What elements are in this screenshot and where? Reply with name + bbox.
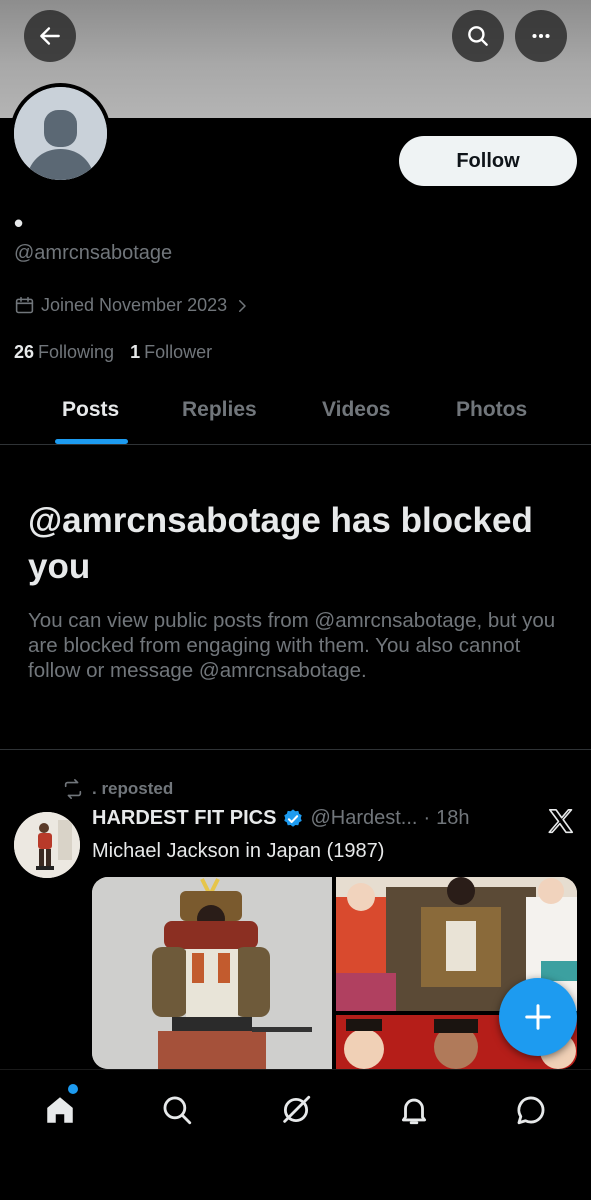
tab-posts[interactable]: Posts	[62, 398, 119, 422]
nav-home[interactable]	[41, 1091, 79, 1129]
post-media-grid[interactable]	[92, 877, 577, 1069]
arrow-left-icon	[40, 27, 60, 45]
search-icon	[163, 1096, 192, 1125]
grok-icon	[283, 1095, 311, 1123]
follow-button[interactable]: Follow	[399, 136, 577, 186]
nav-messages[interactable]	[512, 1091, 550, 1129]
blocked-description: You can view public posts from @amrcnsab…	[28, 609, 556, 682]
post-author-handle: @Hardest...	[310, 807, 418, 829]
post-timestamp: 18h	[436, 807, 470, 829]
default-avatar-icon	[14, 87, 107, 180]
author-photo	[14, 812, 80, 878]
joined-date[interactable]: Joined November 2023	[14, 295, 251, 316]
chevron-right-icon	[239, 299, 246, 312]
divider	[0, 749, 591, 750]
samurai-armor-photo	[92, 877, 332, 1069]
back-button[interactable]	[24, 10, 76, 62]
tab-replies[interactable]: Replies	[182, 398, 257, 422]
more-dots-icon	[532, 33, 550, 39]
following-label: Following	[38, 342, 115, 362]
nav-notifications[interactable]	[395, 1091, 433, 1129]
following-count: 26	[14, 342, 35, 362]
repost-label: . reposted	[92, 779, 174, 798]
avatar-frame	[10, 83, 111, 184]
joined-label: Joined November 2023	[41, 295, 228, 315]
post-author-avatar[interactable]	[14, 812, 80, 878]
active-tab-indicator	[55, 439, 128, 444]
compose-post-button[interactable]	[499, 978, 577, 1056]
followers-stat[interactable]: 1 Follower	[130, 342, 212, 363]
search-icon	[468, 26, 488, 46]
followers-count: 1	[130, 342, 141, 362]
bottom-navigation	[0, 1069, 591, 1200]
media-image-1[interactable]	[92, 877, 332, 1069]
x-logo-icon	[548, 808, 574, 834]
search-button[interactable]	[452, 10, 504, 62]
blocked-title: @amrcnsabotage has blocked you	[28, 501, 533, 586]
display-name: •	[14, 208, 24, 238]
verified-badge-icon	[284, 808, 303, 827]
avatar[interactable]	[14, 87, 107, 180]
post-author-name[interactable]: HARDEST FIT PICS	[92, 807, 276, 830]
post-header: HARDEST FIT PICS @Hardest... · 18h	[92, 807, 470, 830]
profile-handle: @amrcnsabotage	[14, 242, 173, 264]
repost-icon	[64, 779, 82, 799]
chat-icon	[517, 1096, 545, 1125]
nav-grok[interactable]	[277, 1091, 315, 1129]
followers-label: Follower	[144, 342, 213, 362]
home-icon	[47, 1097, 73, 1123]
plus-icon	[525, 1004, 551, 1030]
more-button[interactable]	[515, 10, 567, 62]
tab-videos[interactable]: Videos	[322, 398, 390, 422]
profile-tabs: Posts Replies Videos Photos	[0, 380, 591, 445]
repost-indicator: . reposted	[62, 778, 173, 800]
home-notification-dot	[68, 1084, 78, 1094]
follow-stats: 26 Following 1 Follower	[14, 342, 212, 363]
bell-icon	[401, 1098, 427, 1125]
calendar-icon	[15, 296, 34, 314]
nav-search[interactable]	[158, 1091, 196, 1129]
post-text: Michael Jackson in Japan (1987)	[92, 840, 385, 862]
tab-photos[interactable]: Photos	[456, 398, 527, 422]
post-separator: ·	[423, 807, 431, 829]
following-stat[interactable]: 26 Following	[14, 342, 114, 363]
